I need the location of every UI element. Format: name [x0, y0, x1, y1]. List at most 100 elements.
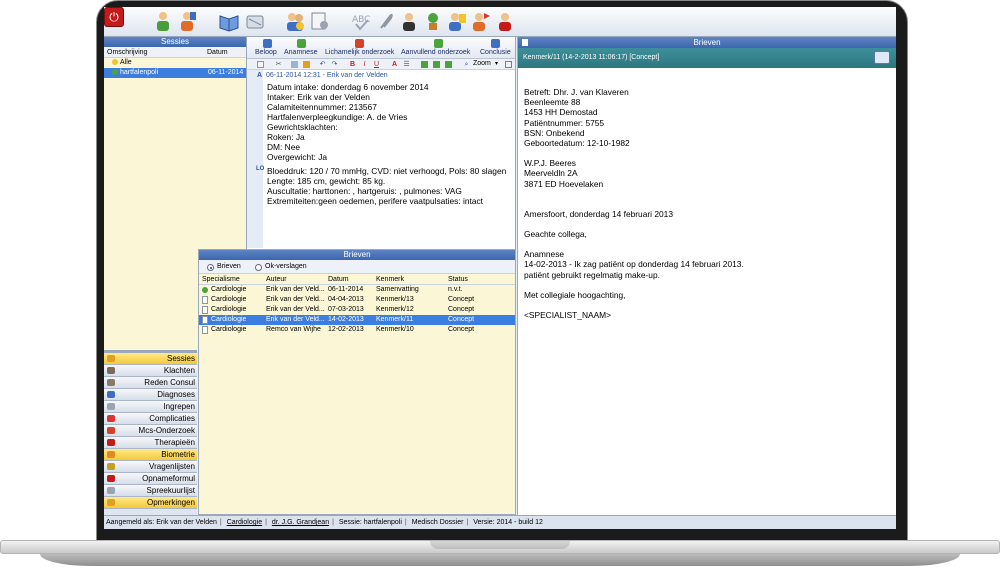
nav-item-complicaties[interactable]: Complicaties [104, 413, 197, 425]
nav-item-opmerkingen[interactable]: Opmerkingen [104, 497, 197, 509]
nav-item-spreekuurlijst[interactable]: Spreekuurlijst [104, 485, 197, 497]
nav-item-biometrie[interactable]: Biometrie [104, 449, 197, 461]
team-icon[interactable] [284, 10, 306, 32]
nav-item-klachten[interactable]: Klachten [104, 365, 197, 377]
paperclip-icon[interactable] [374, 10, 396, 32]
checkbox-icon[interactable] [505, 61, 512, 68]
cell-auteur: Erik van der Veld... [266, 286, 325, 293]
letter-panel-title-text: Brieven [693, 38, 721, 47]
copy-icon[interactable] [291, 61, 298, 68]
nav-label: Therapieën [154, 438, 195, 447]
nav-item-mcs-onderzoek[interactable]: Mcs-Onderzoek [104, 425, 197, 437]
conclusie-icon [491, 39, 500, 48]
brief-row[interactable]: Cardiologie Erik van der Veld... 04-04-2… [199, 295, 515, 305]
status-doctor[interactable]: dr. J.G. Grandjean [272, 519, 329, 526]
status-specialism[interactable]: Cardiologie [227, 519, 262, 526]
plant-icon[interactable] [422, 10, 444, 32]
note-line: Roken: Ja [267, 132, 305, 142]
zoom-icon: ⌕ [464, 61, 469, 68]
align-center-icon[interactable] [433, 61, 440, 68]
list-icon[interactable]: ☰ [403, 61, 410, 68]
paste-icon[interactable] [303, 61, 310, 68]
brief-row[interactable]: Cardiologie Erik van der Veld... 07-03-2… [199, 305, 515, 315]
spellcheck-icon[interactable]: ABC [350, 10, 372, 32]
italic-icon[interactable]: I [361, 61, 368, 68]
cell-status: Concept [448, 316, 475, 323]
patient-icon[interactable] [152, 10, 174, 32]
user-heart-icon[interactable] [494, 10, 516, 32]
col-specialisme[interactable]: Specialisme [202, 274, 240, 285]
nav-item-sessies[interactable]: Sessies [104, 353, 197, 365]
cell-status: n.v.t. [448, 286, 463, 293]
tab-lichamelijk-onderzoek[interactable]: Lichamelijk onderzoek [325, 49, 394, 56]
bold-icon[interactable]: B [349, 61, 356, 68]
document-icon [202, 296, 208, 304]
person-icon[interactable] [398, 10, 420, 32]
nav-label: Biometrie [161, 450, 195, 459]
user-edit-icon[interactable] [446, 10, 468, 32]
chevron-down-icon[interactable]: ▾ [495, 60, 498, 67]
printer-icon[interactable] [874, 51, 890, 64]
nav-item-opnameformul[interactable]: Opnameformul [104, 473, 197, 485]
document-icon [522, 39, 528, 46]
align-left-icon[interactable] [421, 61, 428, 68]
nav-label: Complicaties [149, 414, 195, 423]
brief-row-selected[interactable]: Cardiologie Erik van der Veld... 14-02-2… [199, 315, 515, 325]
cell-specialisme: Cardiologie [211, 286, 247, 293]
zoom-dropdown[interactable]: Zoom [473, 60, 491, 67]
col-datum[interactable]: Datum [204, 47, 228, 57]
note-line: Calamiteitennummer: 213567 [267, 102, 377, 112]
col-datum[interactable]: Datum [328, 274, 349, 285]
tab-conclusie[interactable]: Conclusie [480, 49, 511, 56]
letter-line: 3871 ED Hoevelaken [524, 178, 604, 189]
therapie-icon [107, 439, 115, 446]
undo-icon[interactable]: ↶ [319, 61, 326, 68]
laptop-base-bottom [40, 554, 960, 566]
note-line: DM: Nee [267, 142, 301, 152]
session-row-hartfalenpoli[interactable]: hartfalenpoli 06-11-2014 [104, 68, 246, 78]
doctor-icon[interactable] [176, 10, 198, 32]
col-status[interactable]: Status [448, 274, 468, 285]
col-kenmerk[interactable]: Kenmerk [376, 274, 404, 285]
letter-line: W.P.J. Beeres [524, 158, 576, 169]
col-omschrijving[interactable]: Omschrijving [104, 47, 204, 57]
note-content[interactable]: A 06-11-2014 12:31 - Erik van der Velden… [247, 70, 515, 248]
cell-kenmerk: Samenvatting [376, 286, 419, 293]
letter-line: 14-02-2013 - Ik zag patiënt op donderdag… [524, 259, 744, 270]
cell-datum: 04-04-2013 [328, 296, 364, 303]
brief-row[interactable]: Cardiologie Remco van Wijhe 12-02-2013 K… [199, 325, 515, 335]
letter-place-date: Amersfoort, donderdag 14 februari 2013 [524, 208, 673, 219]
underline-icon[interactable]: U [373, 61, 380, 68]
brief-row[interactable]: Cardiologie Erik van der Veld... 06-11-2… [199, 285, 515, 295]
notes-icon[interactable] [308, 10, 330, 32]
cell-auteur: Erik van der Veld... [266, 316, 325, 323]
tab-beloop[interactable]: Beloop [255, 49, 277, 56]
nav-item-diagnoses[interactable]: Diagnoses [104, 389, 197, 401]
tab-aanvullend-onderzoek[interactable]: Aanvullend onderzoek [401, 49, 470, 56]
new-doc-icon[interactable] [257, 61, 264, 68]
radio-brieven[interactable] [207, 264, 214, 271]
letter-body[interactable]: Betreft: Dhr. J. van Klaveren Beenleemte… [524, 87, 744, 320]
align-right-icon[interactable] [445, 61, 452, 68]
nav-item-ingrepen[interactable]: Ingrepen [104, 401, 197, 413]
user-flag-icon[interactable] [470, 10, 492, 32]
font-color-icon[interactable]: A [391, 61, 398, 68]
nav-item-reden-consul[interactable]: Reden Consul [104, 377, 197, 389]
redo-icon[interactable]: ↷ [331, 61, 338, 68]
col-auteur[interactable]: Auteur [266, 274, 287, 285]
power-icon[interactable]: ⏻ [104, 7, 124, 27]
letter-panel: Brieven Kenmerk/11 (14-2-2013 11:06:17) … [517, 37, 896, 515]
radio-ok-verslagen-label[interactable]: Ok-verslagen [265, 263, 307, 270]
cell-datum: 06-11-2014 [328, 286, 364, 293]
scissors-icon[interactable] [244, 10, 266, 32]
nav-item-vragenlijsten[interactable]: Vragenlijsten [104, 461, 197, 473]
spreekuur-icon [107, 487, 115, 494]
radio-brieven-label[interactable]: Brieven [217, 263, 241, 270]
session-row-alle[interactable]: Alle [104, 58, 246, 68]
tab-anamnese[interactable]: Anamnese [284, 49, 317, 56]
radio-ok-verslagen[interactable] [255, 264, 262, 271]
nav-item-therapieen[interactable]: Therapieën [104, 437, 197, 449]
note-header: A 06-11-2014 12:31 - Erik van der Velden [257, 72, 388, 79]
book-icon[interactable] [218, 10, 240, 32]
cut-icon[interactable]: ✂ [275, 61, 282, 68]
